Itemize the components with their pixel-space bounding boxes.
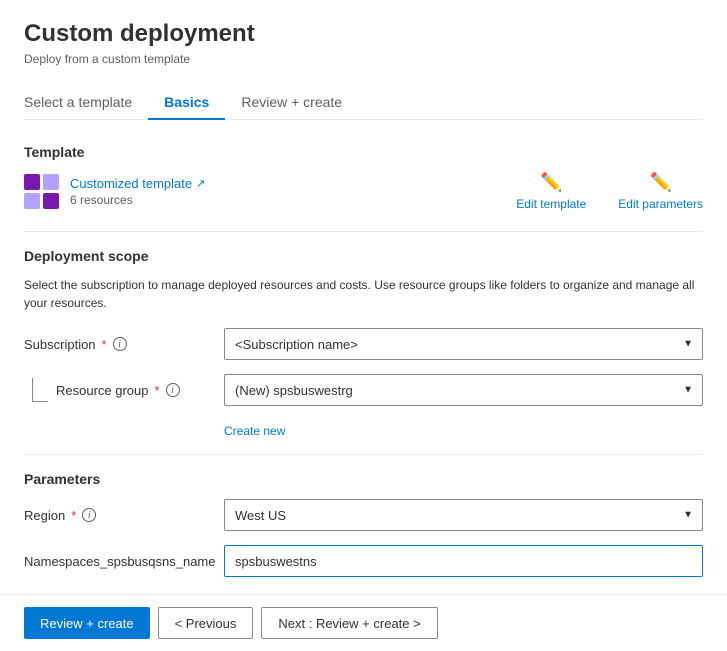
edit-parameters-link[interactable]: ✏️ Edit parameters xyxy=(618,172,703,211)
divider-1 xyxy=(24,231,703,232)
page-title: Custom deployment xyxy=(24,20,703,48)
pencil-icon-template: ✏️ xyxy=(540,172,562,193)
tab-review-create[interactable]: Review + create xyxy=(225,86,358,120)
region-row: Region * i West US ▼ xyxy=(24,499,703,531)
icon-block-3 xyxy=(24,193,40,209)
namespace-label: Namespaces_spsbusqsns_name xyxy=(24,554,224,569)
icon-block-4 xyxy=(43,193,59,209)
region-required: * xyxy=(71,508,76,523)
template-resources: 6 resources xyxy=(70,193,205,207)
region-label: Region * i xyxy=(24,508,224,523)
subscription-info-icon[interactable]: i xyxy=(113,337,127,351)
parameters-section: Parameters Region * i West US ▼ Namespac… xyxy=(24,471,703,577)
resource-group-select-wrapper: (New) spsbuswestrg ▼ xyxy=(224,374,703,406)
create-new-spacer xyxy=(24,420,224,438)
icon-block-2 xyxy=(43,174,59,190)
template-info: Customized template ↗ 6 resources xyxy=(24,174,205,210)
subscription-select[interactable]: <Subscription name> xyxy=(224,328,703,360)
tabs-nav: Select a template Basics Review + create xyxy=(24,86,703,120)
template-section: Template Customized template ↗ 6 resourc… xyxy=(24,144,703,211)
tab-basics[interactable]: Basics xyxy=(148,86,225,120)
namespace-input[interactable] xyxy=(224,545,703,577)
resource-group-control-wrapper: (New) spsbuswestrg ▼ xyxy=(224,374,703,406)
region-info-icon[interactable]: i xyxy=(82,508,96,522)
region-select[interactable]: West US xyxy=(224,499,703,531)
template-row: Customized template ↗ 6 resources ✏️ Edi… xyxy=(24,172,703,211)
previous-button[interactable]: < Previous xyxy=(158,607,254,639)
region-control-wrapper: West US ▼ xyxy=(224,499,703,531)
subscription-label: Subscription * i xyxy=(24,337,224,352)
footer: Review + create < Previous Next : Review… xyxy=(0,594,727,651)
resource-group-required: * xyxy=(155,383,160,398)
template-text-info: Customized template ↗ 6 resources xyxy=(70,176,205,207)
resource-group-select[interactable]: (New) spsbuswestrg xyxy=(224,374,703,406)
resource-group-indent: Resource group * i xyxy=(24,378,224,402)
edit-template-link[interactable]: ✏️ Edit template xyxy=(516,172,586,211)
resource-group-row: Resource group * i (New) spsbuswestrg ▼ xyxy=(24,374,703,406)
create-new-link[interactable]: Create new xyxy=(224,424,285,438)
resource-group-info-icon[interactable]: i xyxy=(166,383,180,397)
icon-block-1 xyxy=(24,174,40,190)
tab-select-template[interactable]: Select a template xyxy=(24,86,148,120)
pencil-icon-parameters: ✏️ xyxy=(649,172,671,193)
template-actions: ✏️ Edit template ✏️ Edit parameters xyxy=(516,172,703,211)
deployment-scope-heading: Deployment scope xyxy=(24,248,703,264)
subscription-select-wrapper: <Subscription name> ▼ xyxy=(224,328,703,360)
template-section-heading: Template xyxy=(24,144,703,160)
parameters-heading: Parameters xyxy=(24,471,703,487)
template-icon xyxy=(24,174,60,210)
subscription-required: * xyxy=(102,337,107,352)
divider-2 xyxy=(24,454,703,455)
namespace-control-wrapper xyxy=(224,545,703,577)
page-subtitle: Deploy from a custom template xyxy=(24,52,703,66)
template-link[interactable]: Customized template ↗ xyxy=(70,176,205,191)
deployment-scope-section: Deployment scope Select the subscription… xyxy=(24,248,703,438)
page-container: Custom deployment Deploy from a custom t… xyxy=(0,0,727,611)
external-link-icon: ↗ xyxy=(196,177,205,190)
review-create-button[interactable]: Review + create xyxy=(24,607,150,639)
next-button[interactable]: Next : Review + create > xyxy=(261,607,437,639)
subscription-row: Subscription * i <Subscription name> ▼ xyxy=(24,328,703,360)
resource-group-label: Resource group * i xyxy=(56,383,180,398)
namespace-row: Namespaces_spsbusqsns_name xyxy=(24,545,703,577)
scope-description: Select the subscription to manage deploy… xyxy=(24,276,703,312)
subscription-control-wrapper: <Subscription name> ▼ xyxy=(224,328,703,360)
region-select-wrapper: West US ▼ xyxy=(224,499,703,531)
create-new-wrapper: Create new xyxy=(24,420,703,438)
indent-line xyxy=(32,378,48,402)
